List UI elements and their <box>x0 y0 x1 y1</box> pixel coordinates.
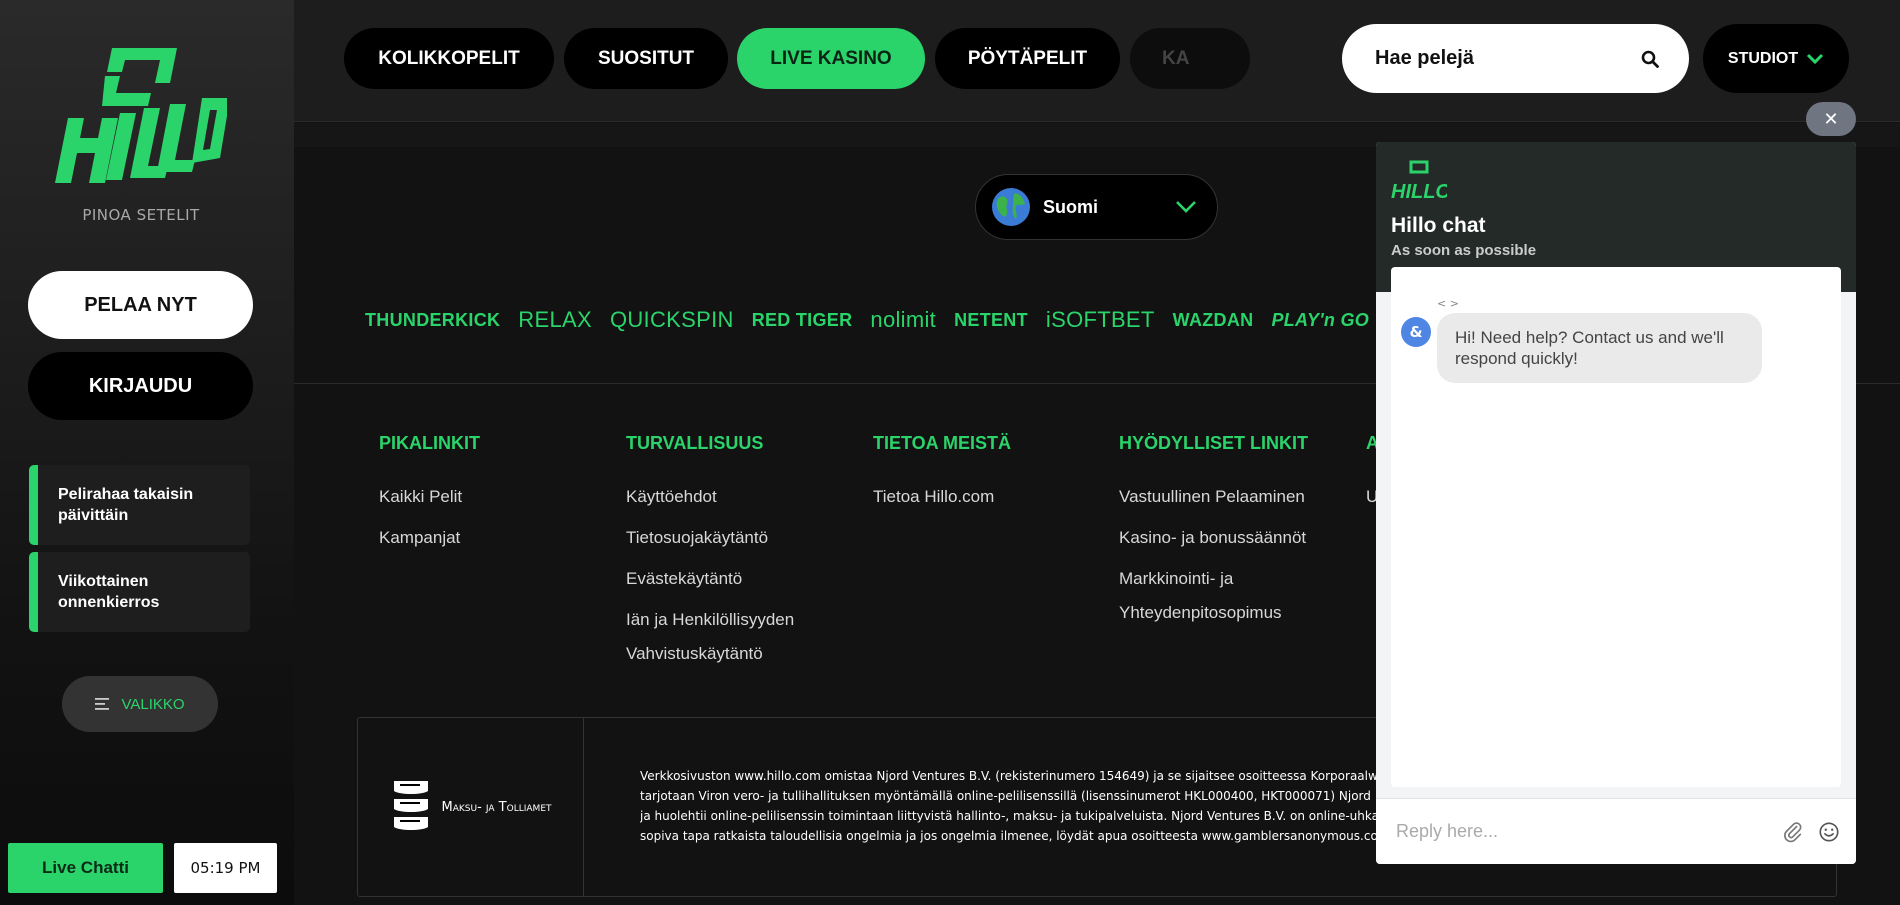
chat-input-bar <box>1376 798 1856 864</box>
chat-reply-input[interactable] <box>1396 821 1768 842</box>
promo-cashback[interactable]: Pelirahaa takaisin päivittäin <box>29 465 250 545</box>
footer-link[interactable]: Iän ja Henkilöllisyyden Vahvistuskäytänt… <box>626 603 826 671</box>
chat-message: Hi! Need help? Contact us and we'll resp… <box>1437 313 1762 383</box>
column-title: PIKALINKIT <box>379 433 480 453</box>
login-button[interactable]: KIRJAUDU <box>28 352 253 420</box>
search-icon[interactable] <box>1641 50 1659 68</box>
tab-kasino-partial[interactable]: KA <box>1130 28 1250 89</box>
tagline: PINOA SETELIT <box>82 206 200 224</box>
footer-link[interactable]: Käyttöehdot <box>626 480 826 514</box>
footer-link[interactable]: Kampanjat <box>379 521 619 555</box>
provider-logo[interactable]: WAZDAN <box>1173 310 1254 331</box>
clock: 05:19 PM <box>174 843 277 893</box>
chat-brand-logo: HILLO <box>1391 160 1451 203</box>
svg-text:HILLO: HILLO <box>1391 181 1447 202</box>
play-now-button[interactable]: PELAA NYT <box>28 271 253 339</box>
footer-column-useful: HYÖDYLLISET LINKIT Vastuullinen Pelaamin… <box>1119 433 1334 637</box>
chat-close-button[interactable]: ✕ <box>1806 102 1856 136</box>
search-box[interactable] <box>1342 24 1689 93</box>
globe-icon <box>992 188 1030 226</box>
chevron-down-icon <box>1176 201 1196 213</box>
provider-logo[interactable]: THUNDERKICK <box>365 310 500 331</box>
footer-column-quicklinks: PIKALINKIT Kaikki Pelit Kampanjat <box>379 433 619 562</box>
provider-logo[interactable]: QUICKSPIN <box>610 307 734 333</box>
coat-of-arms-icon <box>393 781 428 830</box>
menu-label: VALIKKO <box>121 695 185 713</box>
menu-button[interactable]: VALIKKO <box>62 676 218 732</box>
emoji-icon[interactable] <box>1818 821 1840 843</box>
footer-link[interactable]: Evästekäytäntö <box>626 562 826 596</box>
tab-poytapelit[interactable]: PÖYTÄPELIT <box>935 28 1120 89</box>
provider-logo[interactable]: nolimit <box>870 307 936 333</box>
footer-link[interactable]: Vastuullinen Pelaaminen <box>1119 480 1334 514</box>
chat-arrows: < > <box>1437 297 1459 310</box>
menu-icon <box>95 698 110 710</box>
column-title: HYÖDYLLISET LINKIT <box>1119 433 1308 453</box>
language-label: Suomi <box>1043 196 1099 217</box>
footer-link[interactable]: Tietosuojakäytäntö <box>626 521 826 555</box>
tab-live-kasino[interactable]: LIVE KASINO <box>737 28 925 89</box>
studios-label: STUDIOT <box>1727 49 1799 67</box>
footer-link[interactable]: Kaikki Pelit <box>379 480 619 514</box>
studios-dropdown[interactable]: STUDIOT <box>1703 24 1849 93</box>
column-title: TIETOA MEISTÄ <box>873 433 1012 453</box>
provider-logo[interactable]: RED TIGER <box>752 310 853 331</box>
license-authority-label: Maksu- ja Tolliamet <box>441 799 552 815</box>
chat-window: HILLO Hillo chat As soon as possible < >… <box>1376 142 1856 864</box>
search-input[interactable] <box>1375 47 1615 70</box>
tab-suositut[interactable]: SUOSITUT <box>564 28 728 89</box>
live-chat-button[interactable]: Live Chatti <box>8 843 163 893</box>
agent-avatar: & <box>1401 317 1431 347</box>
footer-link[interactable]: Markkinointi- ja Yhteydenpitosopimus <box>1119 562 1334 630</box>
provider-logo[interactable]: NETENT <box>954 310 1028 331</box>
provider-logo[interactable]: iSOFTBET <box>1046 307 1155 333</box>
language-selector[interactable]: Suomi <box>975 174 1218 240</box>
chat-title: Hillo chat <box>1391 214 1486 237</box>
hillo-logo[interactable] <box>52 48 227 188</box>
provider-strip: THUNDERKICK RELAX QUICKSPIN RED TIGER no… <box>365 300 1375 340</box>
provider-logo[interactable]: RELAX <box>518 307 592 333</box>
paperclip-icon[interactable] <box>1782 821 1804 843</box>
chevron-down-icon <box>1807 53 1824 64</box>
promo-weekly-spin[interactable]: Viikottainen onnenkierros <box>29 552 250 632</box>
column-title: TURVALLISUUS <box>626 433 764 453</box>
license-authority[interactable]: Maksu- ja Tolliamet <box>358 718 584 896</box>
provider-logo[interactable]: PLAY'n GO <box>1271 310 1369 331</box>
footer-column-security: TURVALLISUUS Käyttöehdot Tietosuojakäytä… <box>626 433 826 678</box>
footer-link[interactable]: Kasino- ja bonussäännöt <box>1119 521 1334 555</box>
sidebar: PINOA SETELIT PELAA NYT KIRJAUDU Pelirah… <box>0 0 294 905</box>
chat-subtitle: As soon as possible <box>1391 242 1537 259</box>
footer-link[interactable]: Tietoa Hillo.com <box>873 480 1113 514</box>
chat-messages: < > & Hi! Need help? Contact us and we'l… <box>1391 267 1841 787</box>
footer-column-about: TIETOA MEISTÄ Tietoa Hillo.com <box>873 433 1113 521</box>
tab-kolikkopelit[interactable]: KOLIKKOPELIT <box>344 28 554 89</box>
